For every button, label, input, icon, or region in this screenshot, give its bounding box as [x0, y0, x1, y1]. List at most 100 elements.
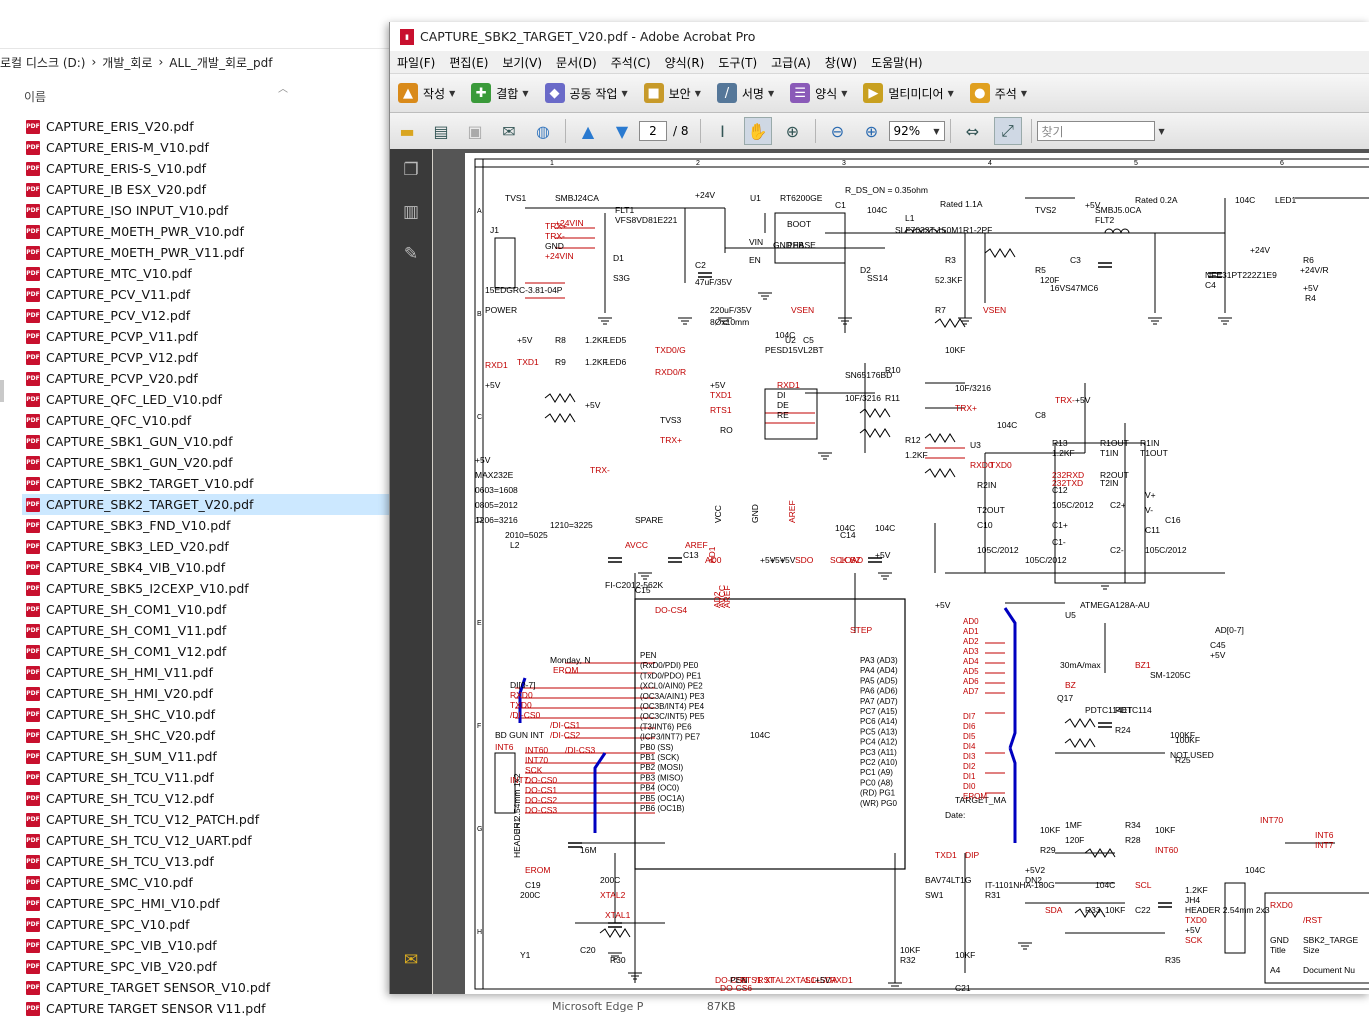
zoom-in-icon[interactable]: ⊕	[859, 118, 885, 144]
print-icon[interactable]: ▤	[428, 118, 454, 144]
file-list-item[interactable]: PDF CAPTURE_SH_SUM_V11.pdf	[22, 746, 390, 767]
chevron-down-icon[interactable]: ▼	[1159, 127, 1165, 136]
file-list-item[interactable]: PDF CAPTURE_SH_SHC_V10.pdf	[22, 704, 390, 725]
lock-button[interactable]: ■ 보안 ▼	[636, 78, 709, 108]
file-list-item[interactable]: PDF CAPTURE_SH_HMI_V20.pdf	[22, 683, 390, 704]
file-list-item[interactable]: PDF CAPTURE_ISO INPUT_V10.pdf	[22, 200, 390, 221]
file-list-item[interactable]: PDF CAPTURE_SH_TCU_V12_PATCH.pdf	[22, 809, 390, 830]
multimedia-button[interactable]: ▶ 멀티미디어 ▼	[855, 78, 961, 108]
fit-width-icon[interactable]: ⇔	[960, 118, 986, 144]
file-list-item[interactable]: PDF CAPTURE_SPC_VIB_V20.pdf	[22, 956, 390, 977]
document-view[interactable]: 1 2 3 4 5 6 A B C D E F G H R_DS_ON = 0.35ohm Rated 1.1…	[433, 149, 1369, 994]
schematic-label: TRX+	[545, 221, 567, 231]
find-input[interactable]: 찾기	[1036, 121, 1155, 141]
file-list-item[interactable]: PDF CAPTURE_SMC_V10.pdf	[22, 872, 390, 893]
file-list-item[interactable]: PDF CAPTURE_ERIS-S_V10.pdf	[22, 158, 390, 179]
signatures-panel-icon[interactable]: ✎	[400, 243, 422, 265]
schematic-label: C2+	[1110, 500, 1126, 510]
file-list-item[interactable]: PDF CAPTURE_M0ETH_PWR_V11.pdf	[22, 242, 390, 263]
file-list-item[interactable]: PDF CAPTURE_SBK2_TARGET_V20.pdf	[22, 494, 390, 515]
file-list-item[interactable]: PDF CAPTURE_TARGET SENSOR_V10.pdf	[22, 977, 390, 998]
file-list-item[interactable]: PDF CAPTURE_PCVP_V20.pdf	[22, 368, 390, 389]
window-title: CAPTURE_SBK2_TARGET_V20.pdf - Adobe Acro…	[420, 29, 756, 44]
breadcrumb-drive[interactable]: 로컬 디스크 (D:)	[0, 54, 85, 71]
schematic-label: RXD0	[510, 690, 533, 700]
breadcrumb-folder[interactable]: 개발_회로	[102, 54, 152, 71]
file-list-item[interactable]: PDF CAPTURE_SH_TCU_V12.pdf	[22, 788, 390, 809]
file-list-item[interactable]: PDF CAPTURE_PCVP_V12.pdf	[22, 347, 390, 368]
file-list-item[interactable]: PDF CAPTURE_QFC_V10.pdf	[22, 410, 390, 431]
schematic-label: 8Øx10mm	[710, 317, 749, 327]
select-text-icon[interactable]: I	[710, 118, 736, 144]
open-folder-icon[interactable]: ▬	[394, 118, 420, 144]
file-list-item[interactable]: PDF CAPTURE_M0ETH_PWR_V10.pdf	[22, 221, 390, 242]
file-list-item[interactable]: PDF CAPTURE_SH_TCU_V11.pdf	[22, 767, 390, 788]
file-list-item[interactable]: PDF CAPTURE_ERIS_V20.pdf	[22, 116, 390, 137]
pages-panel-icon[interactable]: ❐	[400, 159, 422, 181]
zoom-level-select[interactable]: 92% ▼	[888, 121, 945, 141]
file-list-item[interactable]: PDF CAPTURE_SPC_HMI_V10.pdf	[22, 893, 390, 914]
file-list-item[interactable]: PDF CAPTURE_PCV_V11.pdf	[22, 284, 390, 305]
zoom-out-icon[interactable]: ⊖	[825, 118, 851, 144]
schematic-label: 47uF/35V	[695, 277, 732, 287]
file-list-item[interactable]: PDF CAPTURE_SH_COM1_V11.pdf	[22, 620, 390, 641]
breadcrumb[interactable]: 로컬 디스크 (D:) › 개발_회로 › ALL_개발_회로_pdf	[0, 48, 390, 75]
menu-item[interactable]: 파일(F)	[390, 54, 442, 71]
file-list-item[interactable]: PDF CAPTURE_PCV_V12.pdf	[22, 305, 390, 326]
menu-item[interactable]: 보기(V)	[495, 54, 549, 71]
file-list-item[interactable]: PDF CAPTURE TARGET SENSOR V11.pdf	[22, 998, 390, 1019]
menu-item[interactable]: 양식(R)	[658, 54, 712, 71]
file-list-item[interactable]: PDF CAPTURE_SPC_V10.pdf	[22, 914, 390, 935]
file-list-item[interactable]: PDF CAPTURE_SBK3_FND_V10.pdf	[22, 515, 390, 536]
comment-button[interactable]: ● 주석 ▼	[962, 78, 1035, 108]
connector-jh4	[1224, 882, 1246, 954]
save-icon[interactable]: ▣	[462, 118, 488, 144]
file-list-item[interactable]: PDF CAPTURE_SH_TCU_V12_UART.pdf	[22, 830, 390, 851]
hand-tool-icon[interactable]: ✋	[743, 117, 772, 145]
marquee-zoom-icon[interactable]: ⊕	[780, 118, 806, 144]
file-list-item[interactable]: PDF CAPTURE_SBK1_GUN_V10.pdf	[22, 431, 390, 452]
page-number-input[interactable]: 2	[639, 121, 667, 141]
attachments-panel-icon[interactable]: ⌘	[400, 991, 422, 994]
file-list-item[interactable]: PDF CAPTURE_PCVP_V11.pdf	[22, 326, 390, 347]
file-list-item[interactable]: PDF CAPTURE_SH_HMI_V11.pdf	[22, 662, 390, 683]
file-list-item[interactable]: PDF CAPTURE_SBK4_VIB_V10.pdf	[22, 557, 390, 578]
sign-button[interactable]: / 서명 ▼	[709, 78, 782, 108]
schematic-label: C13	[683, 550, 699, 560]
column-header-name[interactable]: 이름	[24, 88, 46, 105]
file-list-item[interactable]: PDF CAPTURE_IB ESX_V20.pdf	[22, 179, 390, 200]
file-list-item[interactable]: PDF CAPTURE_SH_SHC_V20.pdf	[22, 725, 390, 746]
file-list-item[interactable]: PDF CAPTURE_SBK3_LED_V20.pdf	[22, 536, 390, 557]
menu-item[interactable]: 고급(A)	[764, 54, 818, 71]
bookmarks-panel-icon[interactable]: ▥	[400, 201, 422, 223]
file-list-item[interactable]: PDF CAPTURE_SH_COM1_V12.pdf	[22, 641, 390, 662]
email-icon[interactable]: ✉	[496, 118, 522, 144]
file-list-item[interactable]: PDF CAPTURE_SBK5_I2CEXP_V10.pdf	[22, 578, 390, 599]
file-list-item[interactable]: PDF CAPTURE_SH_COM1_V10.pdf	[22, 599, 390, 620]
comments-panel-icon[interactable]: ✉	[400, 949, 422, 971]
web-globe-icon[interactable]: ◍	[530, 118, 556, 144]
file-list-item[interactable]: PDF CAPTURE_ERIS-M_V10.pdf	[22, 137, 390, 158]
form-button[interactable]: ☰ 양식 ▼	[782, 78, 855, 108]
menu-item[interactable]: 도움말(H)	[864, 54, 930, 71]
file-list-item[interactable]: PDF CAPTURE_QFC_LED_V10.pdf	[22, 389, 390, 410]
schematic-label: Q17	[1057, 693, 1073, 703]
file-list-item[interactable]: PDF CAPTURE_SPC_VIB_V10.pdf	[22, 935, 390, 956]
menu-item[interactable]: 문서(D)	[549, 54, 604, 71]
file-list-item[interactable]: PDF CAPTURE_SH_TCU_V13.pdf	[22, 851, 390, 872]
collaborate-button[interactable]: ◆ 공동 작업 ▼	[537, 78, 636, 108]
create-button[interactable]: ▲ 작성 ▼	[390, 78, 463, 108]
combine-button[interactable]: ✚ 결합 ▼	[463, 78, 536, 108]
previous-page-icon[interactable]: ▲	[575, 118, 601, 144]
file-list-item[interactable]: PDF CAPTURE_SBK1_GUN_V20.pdf	[22, 452, 390, 473]
menu-item[interactable]: 편집(E)	[442, 54, 495, 71]
schematic-label: A4	[1270, 965, 1281, 975]
file-list-item[interactable]: PDF CAPTURE_SBK2_TARGET_V10.pdf	[22, 473, 390, 494]
menu-item[interactable]: 창(W)	[818, 54, 864, 71]
fit-page-icon[interactable]: ⤢	[993, 117, 1022, 145]
file-list-item[interactable]: PDF CAPTURE_MTC_V10.pdf	[22, 263, 390, 284]
next-page-icon[interactable]: ▼	[609, 118, 635, 144]
menu-item[interactable]: 주석(C)	[604, 54, 658, 71]
menu-item[interactable]: 도구(T)	[711, 54, 764, 71]
breadcrumb-current-folder[interactable]: ALL_개발_회로_pdf	[169, 54, 272, 71]
